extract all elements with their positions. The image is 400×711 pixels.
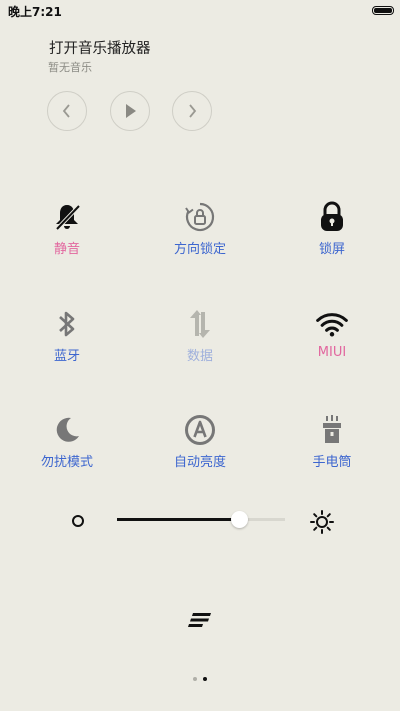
toggle-auto-brightness-label: 自动亮度 [173, 455, 226, 470]
toggle-flashlight[interactable]: 手电筒 [272, 413, 392, 483]
toggle-auto-brightness[interactable]: 自动亮度 [140, 413, 260, 483]
toggle-do-not-disturb-label: 勿扰模式 [40, 455, 93, 470]
brightness-high-icon [310, 510, 334, 534]
bluetooth-icon [59, 311, 75, 337]
toggle-data[interactable]: 数据 [140, 307, 260, 377]
brightness-low-icon [72, 515, 84, 527]
toggle-lock-screen-label: 锁屏 [318, 242, 345, 257]
auto-brightness-icon [185, 415, 215, 445]
status-bar: 晚上7:21 [0, 0, 400, 22]
more-settings-icon[interactable] [187, 611, 213, 629]
toggle-wifi[interactable]: MIUI [272, 307, 392, 377]
toggle-bluetooth[interactable]: 蓝牙 [7, 307, 127, 377]
chevron-left-icon [62, 104, 70, 118]
toggle-do-not-disturb[interactable]: 勿扰模式 [7, 413, 127, 483]
play-icon [126, 104, 136, 118]
battery-icon [372, 6, 394, 15]
page-dot-1[interactable] [193, 677, 197, 681]
toggle-flashlight-label: 手电筒 [312, 455, 352, 470]
page-indicator [0, 677, 400, 681]
toggle-data-label: 数据 [186, 349, 213, 364]
flashlight-icon [323, 415, 341, 443]
toggle-bluetooth-label: 蓝牙 [53, 349, 80, 364]
toggle-mute-label: 静音 [53, 242, 80, 257]
toggle-rotation-lock[interactable]: 方向锁定 [140, 200, 260, 270]
previous-track-button[interactable] [47, 91, 87, 131]
bell-off-icon [55, 204, 81, 231]
data-sync-icon [190, 310, 210, 338]
status-time: 晚上7:21 [8, 5, 62, 19]
play-button[interactable] [110, 91, 150, 131]
wifi-icon [316, 313, 348, 337]
toggle-wifi-label: MIUI [317, 345, 347, 360]
brightness-slider-thumb[interactable] [231, 511, 249, 528]
toggle-mute[interactable]: 静音 [7, 200, 127, 270]
chevron-right-icon [189, 104, 197, 118]
next-track-button[interactable] [172, 91, 212, 131]
toggle-lock-screen[interactable]: 锁屏 [272, 200, 392, 270]
moon-icon [56, 417, 79, 442]
music-player-title[interactable]: 打开音乐播放器 [49, 37, 151, 58]
brightness-slider-fill [117, 518, 240, 521]
toggle-rotation-lock-label: 方向锁定 [173, 242, 226, 257]
page-dot-2[interactable] [203, 677, 207, 681]
brightness-slider[interactable] [117, 511, 285, 528]
lock-icon [321, 201, 343, 231]
music-player-subtitle: 暂无音乐 [48, 61, 92, 74]
rotation-lock-icon [185, 202, 215, 232]
